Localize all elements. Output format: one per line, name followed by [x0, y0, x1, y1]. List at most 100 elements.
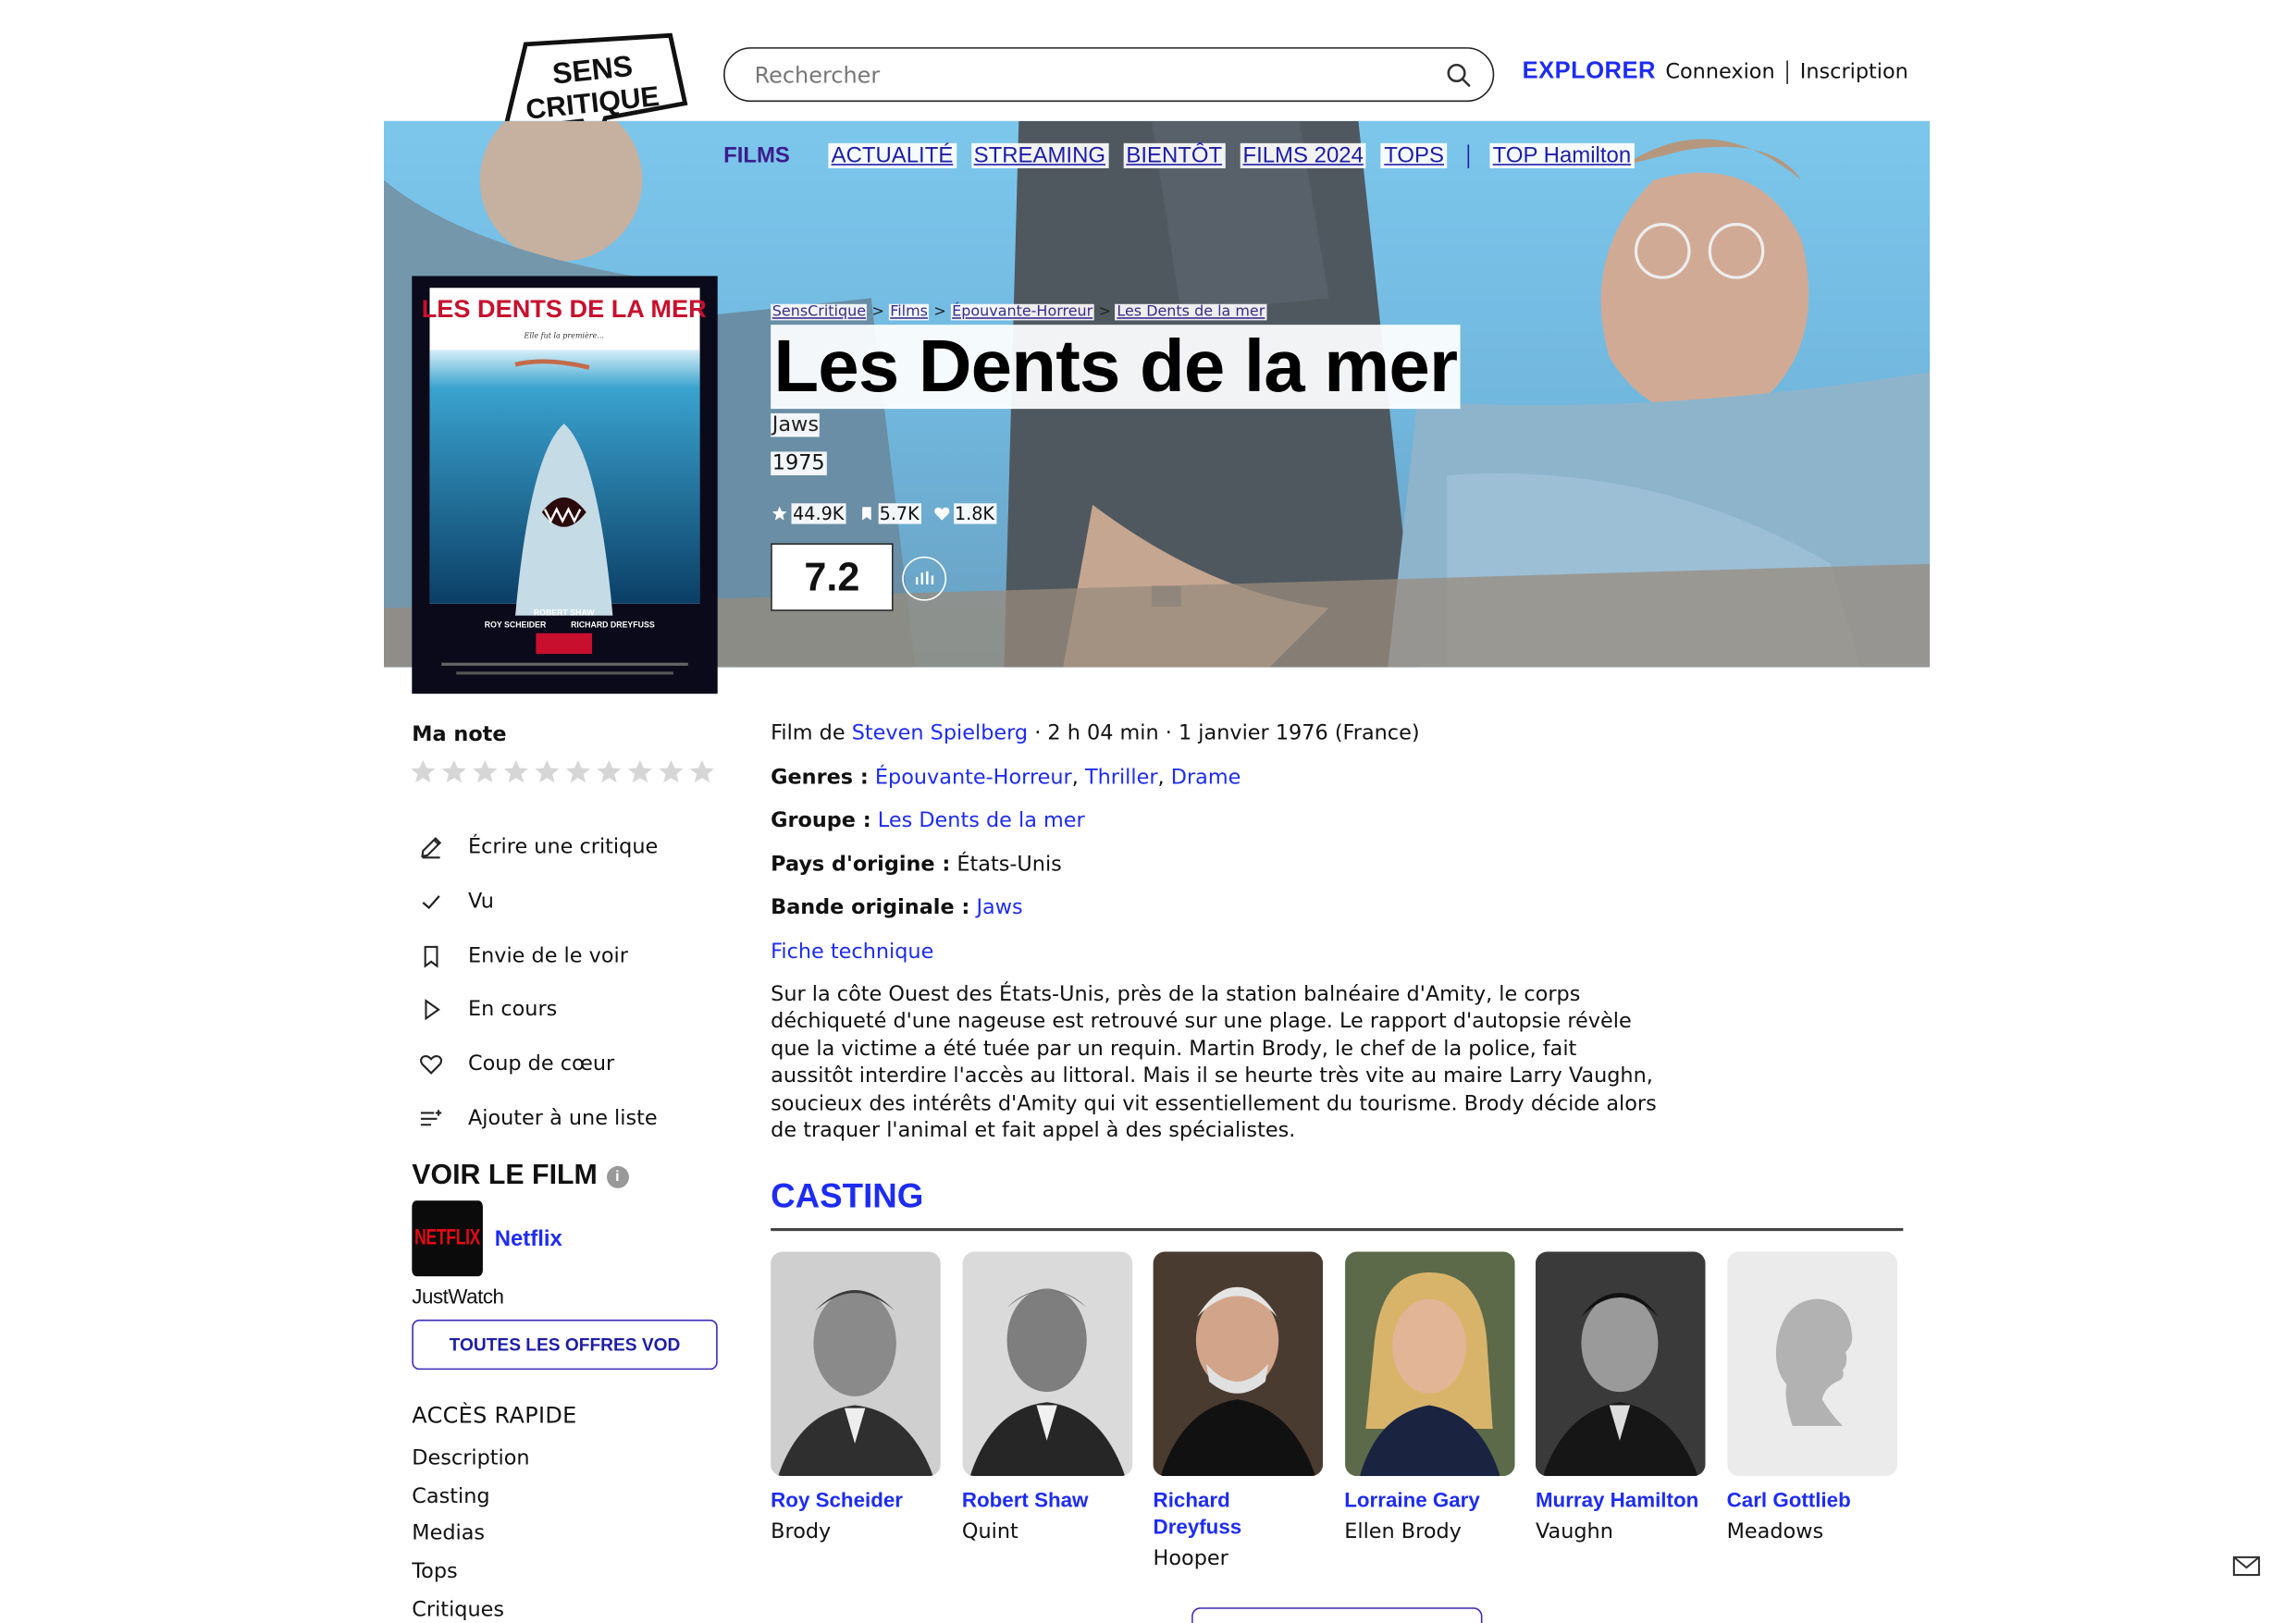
my-rating-stars[interactable]: [409, 757, 716, 787]
in-progress-button[interactable]: En cours: [418, 983, 659, 1038]
ratings-stat: 44.9K: [771, 503, 846, 524]
bar-chart-icon: [915, 571, 934, 585]
rating-star-icon[interactable]: [657, 757, 685, 787]
search-bar[interactable]: [723, 47, 1495, 103]
cast-card[interactable]: Richard Dreyfuss Hooper: [1153, 1251, 1324, 1570]
actor-name[interactable]: Roy Scheider: [771, 1486, 941, 1513]
star-icon: [772, 506, 787, 521]
actor-name[interactable]: Richard Dreyfuss: [1154, 1486, 1324, 1539]
add-to-list-button[interactable]: Ajouter à une liste: [418, 1091, 659, 1146]
actor-name[interactable]: Carl Gottlieb: [1727, 1486, 1897, 1513]
nav-films[interactable]: FILMS: [723, 143, 790, 168]
rating-star-icon[interactable]: [502, 757, 530, 787]
actor-photo[interactable]: [771, 1251, 941, 1477]
signup-link[interactable]: Inscription: [1800, 60, 1908, 84]
quick-access-heading: ACCÈS RAPIDE: [412, 1402, 577, 1430]
cast-card[interactable]: Robert Shaw Quint: [961, 1251, 1132, 1570]
cast-card[interactable]: Roy Scheider Brody: [771, 1251, 941, 1570]
cast-card[interactable]: Lorraine Gary Ellen Brody: [1344, 1251, 1514, 1570]
breadcrumb-genre[interactable]: Épouvante-Horreur: [950, 303, 1094, 321]
rating-star-icon[interactable]: [688, 757, 716, 787]
genre-link[interactable]: Drame: [1171, 766, 1241, 790]
soundtrack-row: Bande originale : Jaws: [771, 896, 1419, 940]
mail-icon[interactable]: [2232, 1555, 2261, 1579]
search-input[interactable]: [754, 61, 1446, 88]
quick-link-description[interactable]: Description: [412, 1446, 529, 1484]
search-icon[interactable]: [1446, 61, 1473, 88]
rating-star-icon[interactable]: [471, 757, 499, 787]
netflix-logo: NETFLIX: [412, 1200, 483, 1277]
in-progress-label: En cours: [467, 998, 558, 1023]
actor-name[interactable]: Lorraine Gary: [1344, 1486, 1514, 1513]
rating-star-icon[interactable]: [595, 757, 623, 787]
justwatch-logo[interactable]: JustWatch: [412, 1285, 504, 1309]
seen-button[interactable]: Vu: [418, 875, 659, 929]
nav-films-2024[interactable]: FILMS 2024: [1240, 142, 1367, 168]
soundtrack-label: Bande originale :: [771, 895, 970, 920]
soundtrack-link[interactable]: Jaws: [976, 896, 1022, 920]
character-name: Meadows: [1726, 1519, 1824, 1544]
favorite-button[interactable]: Coup de cœur: [418, 1038, 659, 1092]
cast-card[interactable]: Murray Hamilton Vaughn: [1535, 1251, 1706, 1570]
comma: ,: [1157, 765, 1171, 790]
provider-name[interactable]: Netflix: [495, 1226, 562, 1251]
tech-sheet-link[interactable]: Fiche technique: [771, 940, 933, 964]
nav-bientot[interactable]: BIENTÔT: [1123, 142, 1226, 168]
ratings-count: 44.9K: [791, 503, 846, 524]
play-icon: [425, 999, 440, 1021]
rating-star-icon[interactable]: [564, 757, 592, 787]
actor-photo[interactable]: [1344, 1251, 1514, 1477]
actor-photo[interactable]: [1153, 1251, 1324, 1477]
write-review-label: Écrire une critique: [467, 835, 659, 860]
info-icon[interactable]: i: [606, 1165, 629, 1188]
nav-streaming[interactable]: STREAMING: [970, 142, 1109, 168]
my-rating-label: Ma note: [412, 723, 507, 747]
bookmark-icon: [424, 945, 438, 968]
group-link[interactable]: Les Dents de la mer: [878, 809, 1085, 833]
see-full-casting-button[interactable]: [1191, 1607, 1483, 1623]
nav-divider: [1467, 143, 1470, 168]
rating-star-icon[interactable]: [626, 757, 654, 787]
casting-heading: CASTING: [771, 1176, 924, 1215]
rating-distribution-button[interactable]: [902, 556, 947, 601]
explore-link[interactable]: EXPLORER: [1523, 59, 1656, 86]
film-poster[interactable]: LES DENTS DE LA MER Elle fut la première…: [412, 276, 718, 695]
nav-actualite[interactable]: ACTUALITÉ: [828, 142, 957, 168]
login-link[interactable]: Connexion: [1665, 60, 1774, 84]
quick-link-medias[interactable]: Medias: [412, 1522, 529, 1560]
actor-name[interactable]: Robert Shaw: [962, 1486, 1132, 1513]
genre-link[interactable]: Thriller: [1085, 766, 1158, 790]
rating-star-icon[interactable]: [409, 757, 437, 787]
breadcrumb-separator: >: [933, 303, 946, 321]
breadcrumb-films[interactable]: Films: [888, 303, 930, 321]
section-nav: FILMS ACTUALITÉ STREAMING BIENTÔT FILMS …: [723, 142, 1635, 168]
favorites-stat: 1.8K: [932, 503, 996, 524]
poster-credit-3: RICHARD DREYFUSS: [571, 620, 655, 629]
genre-link[interactable]: Épouvante-Horreur: [875, 766, 1072, 790]
poster-credit-1: ROY SCHEIDER: [485, 620, 547, 629]
streaming-provider[interactable]: NETFLIX Netflix: [412, 1200, 562, 1277]
actor-name[interactable]: Murray Hamilton: [1536, 1486, 1706, 1513]
breadcrumb-separator: >: [871, 303, 884, 321]
quick-link-casting[interactable]: Casting: [412, 1484, 529, 1522]
cast-card[interactable]: Carl Gottlieb Meadows: [1726, 1251, 1897, 1570]
write-review-button[interactable]: Écrire une critique: [418, 820, 659, 875]
film-stats: 44.9K 5.7K 1.8K: [771, 503, 996, 524]
actor-photo[interactable]: [1535, 1251, 1706, 1477]
breadcrumb-home[interactable]: SensCritique: [771, 303, 868, 321]
quick-link-critiques[interactable]: Critiques: [412, 1598, 529, 1623]
nav-tops[interactable]: TOPS: [1381, 142, 1448, 168]
wishlist-button[interactable]: Envie de le voir: [418, 929, 659, 984]
rating-star-icon[interactable]: [440, 757, 468, 787]
actor-photo[interactable]: [961, 1251, 1132, 1477]
director-link[interactable]: Steven Spielberg: [852, 721, 1028, 745]
all-vod-offers-button[interactable]: TOUTES LES OFFRES VOD: [412, 1319, 718, 1371]
poster-tagline: Elle fut la première...: [524, 332, 604, 340]
rating-star-icon[interactable]: [533, 757, 561, 787]
actor-photo-placeholder[interactable]: [1726, 1251, 1897, 1477]
heart-icon: [933, 507, 949, 521]
breadcrumb-current[interactable]: Les Dents de la mer: [1115, 303, 1266, 321]
nav-top-hamilton[interactable]: TOP Hamilton: [1489, 142, 1635, 168]
casting-divider: [771, 1227, 1904, 1231]
quick-link-tops[interactable]: Tops: [412, 1560, 529, 1598]
